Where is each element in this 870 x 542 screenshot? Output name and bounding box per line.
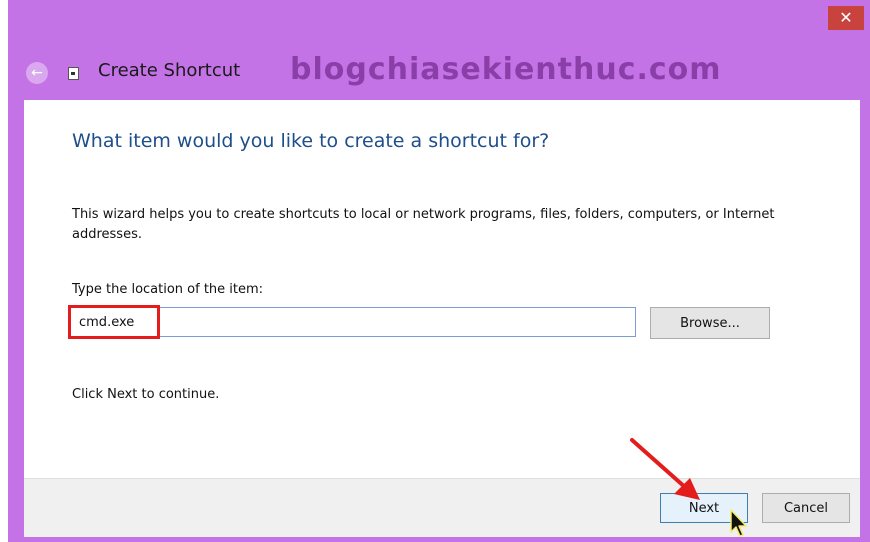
back-button[interactable]: ←	[26, 62, 48, 84]
shortcut-icon	[68, 67, 79, 80]
close-button[interactable]: ✕	[828, 6, 864, 30]
location-input[interactable]	[68, 307, 636, 337]
next-button[interactable]: Next	[660, 493, 748, 523]
page-heading: What item would you like to create a sho…	[72, 130, 550, 152]
window-title: Create Shortcut	[98, 60, 241, 81]
browse-button[interactable]: Browse...	[650, 307, 770, 339]
cancel-button[interactable]: Cancel	[762, 493, 850, 523]
wizard-content: What item would you like to create a sho…	[24, 100, 860, 478]
wizard-footer: Next Cancel	[24, 478, 860, 537]
back-arrow-icon: ←	[31, 65, 43, 81]
close-icon: ✕	[839, 8, 853, 27]
continue-text: Click Next to continue.	[72, 387, 220, 402]
title-bar: ← Create Shortcut blogchiasekienthuc.com	[8, 50, 870, 96]
create-shortcut-window: ✕ ← Create Shortcut blogchiasekienthuc.c…	[8, 0, 870, 542]
watermark: blogchiasekienthuc.com	[290, 52, 722, 87]
location-label: Type the location of the item:	[72, 282, 264, 297]
wizard-description: This wizard helps you to create shortcut…	[72, 207, 775, 242]
